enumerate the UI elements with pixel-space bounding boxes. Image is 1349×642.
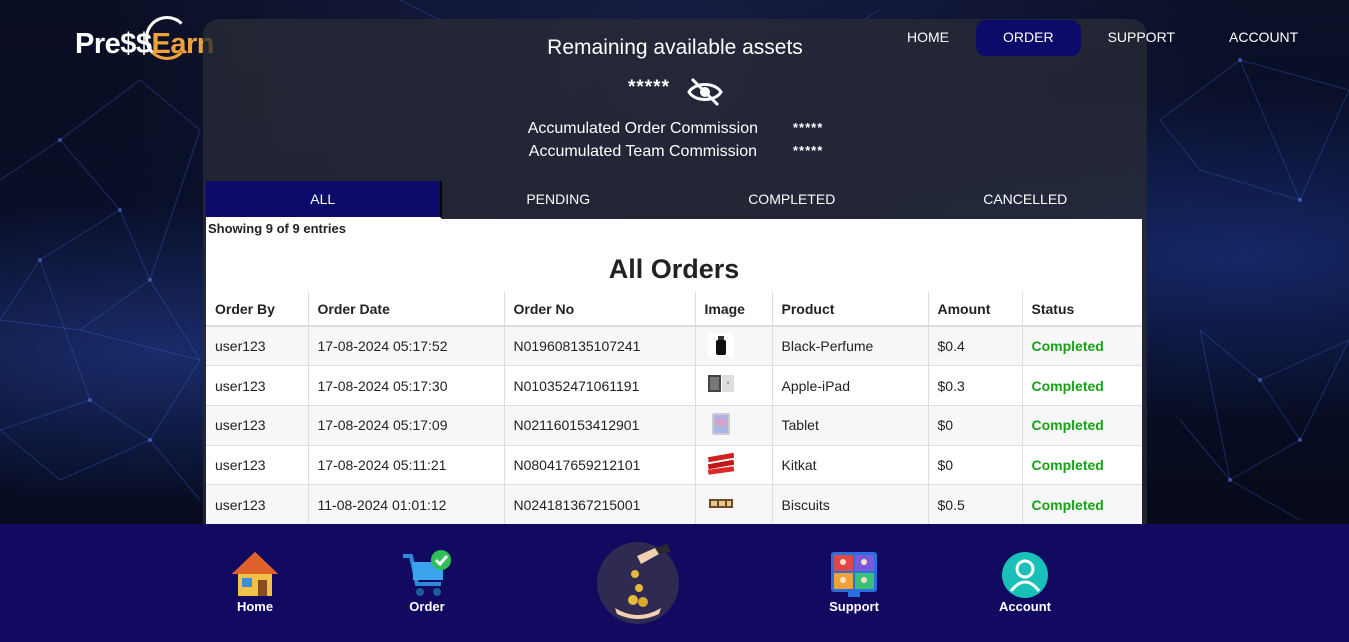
- cell-order-no: N021160153412901: [504, 404, 696, 446]
- order-status-tabs: ALL PENDING COMPLETED CANCELLED: [206, 181, 1142, 219]
- nav-order[interactable]: ORDER: [976, 20, 1081, 56]
- table-row[interactable]: user123 17-08-2024 05:17:52 N01960813510…: [206, 325, 1142, 366]
- assets-value: *****: [628, 77, 670, 98]
- eye-slash-icon[interactable]: [687, 77, 723, 107]
- order-commission-value: *****: [793, 120, 824, 135]
- house-icon: [232, 552, 278, 596]
- bottom-nav-home-label: Home: [236, 599, 274, 614]
- cell-product: Biscuits: [772, 484, 929, 524]
- col-amount: Amount: [928, 292, 1023, 327]
- cell-status: Completed: [1022, 325, 1142, 366]
- col-order-by: Order By: [206, 292, 309, 327]
- kitkat-thumb: [707, 453, 734, 476]
- biscuits-thumb: [708, 499, 733, 509]
- cell-order-no: N010352471061191: [504, 365, 696, 406]
- tablet-thumb: [711, 412, 730, 435]
- cell-status: Completed: [1022, 404, 1142, 446]
- cell-product: Apple-iPad: [772, 365, 929, 406]
- nav-home[interactable]: HOME: [880, 20, 976, 56]
- cell-order-by: user123: [206, 444, 309, 485]
- table-row[interactable]: user123 11-08-2024 01:01:12 N02418136721…: [206, 484, 1142, 524]
- col-product: Product: [772, 292, 929, 327]
- brand-logo[interactable]: Pre$$ Earn: [75, 16, 215, 61]
- cell-amount: $0.3: [928, 365, 1023, 406]
- col-order-date: Order Date: [308, 292, 505, 327]
- cell-image: [695, 444, 773, 485]
- cell-status: Completed: [1022, 444, 1142, 485]
- cell-order-date: 17-08-2024 05:17:09: [308, 404, 505, 446]
- col-order-no: Order No: [504, 292, 696, 327]
- user-icon: [1002, 552, 1048, 598]
- bottom-nav-support-label: Support: [829, 599, 879, 614]
- bottom-nav-bar: Home Order Support Account: [0, 524, 1349, 642]
- col-status: Status: [1022, 292, 1142, 327]
- cell-order-by: user123: [206, 325, 309, 366]
- cell-image: [695, 404, 773, 446]
- ipad-thumb: [707, 375, 734, 393]
- team-commission-label: Accumulated Team Commission: [528, 143, 757, 160]
- cell-status: Completed: [1022, 365, 1142, 406]
- entries-count: Showing 9 of 9 entries: [208, 221, 346, 236]
- col-image: Image: [695, 292, 773, 327]
- cell-image: [695, 484, 773, 524]
- table-header-row: Order By Order Date Order No Image Produ…: [206, 292, 1142, 327]
- cell-order-date: 17-08-2024 05:17:30: [308, 365, 505, 406]
- cell-order-date: 11-08-2024 01:01:12: [308, 484, 505, 524]
- order-commission-label: Accumulated Order Commission: [527, 120, 758, 137]
- bottom-nav-account-label: Account: [999, 599, 1051, 614]
- table-row[interactable]: user123 17-08-2024 05:17:09 N02116015341…: [206, 404, 1142, 446]
- tab-completed[interactable]: COMPLETED: [675, 181, 909, 219]
- table-row[interactable]: user123 17-08-2024 05:11:21 N08041765921…: [206, 444, 1142, 485]
- orders-content[interactable]: Showing 9 of 9 entries All Orders Order …: [206, 219, 1142, 524]
- cell-status: Completed: [1022, 484, 1142, 524]
- tab-pending[interactable]: PENDING: [442, 181, 676, 219]
- cell-image: [695, 325, 773, 366]
- cell-product: Black-Perfume: [772, 325, 929, 366]
- team-commission-value: *****: [793, 143, 824, 158]
- cell-order-by: user123: [206, 484, 309, 524]
- cell-order-no: N019608135107241: [504, 325, 696, 366]
- cell-product: Kitkat: [772, 444, 929, 485]
- cell-amount: $0: [928, 404, 1023, 446]
- orders-table: Order By Order Date Order No Image Produ…: [206, 292, 1142, 524]
- cell-amount: $0.5: [928, 484, 1023, 524]
- cell-amount: $0: [928, 444, 1023, 485]
- perfume-thumb: [707, 332, 734, 357]
- table-row[interactable]: user123 17-08-2024 05:17:30 N01035247106…: [206, 365, 1142, 406]
- cell-order-date: 17-08-2024 05:11:21: [308, 444, 505, 485]
- support-icon: [831, 552, 877, 597]
- bottom-nav-order-label: Order: [409, 599, 445, 614]
- bottom-nav-center[interactable]: [597, 542, 679, 624]
- cell-order-no: N024181367215001: [504, 484, 696, 524]
- coins-hand-icon: [615, 544, 671, 619]
- nav-account[interactable]: ACCOUNT: [1202, 20, 1325, 56]
- cell-order-by: user123: [206, 404, 309, 446]
- cell-image: [695, 365, 773, 406]
- logo-ring-icon: [145, 16, 189, 60]
- tab-cancelled[interactable]: CANCELLED: [909, 181, 1143, 219]
- cart-icon: [403, 550, 451, 596]
- cell-order-no: N080417659212101: [504, 444, 696, 485]
- top-nav: HOME ORDER SUPPORT ACCOUNT: [880, 20, 1325, 56]
- cell-product: Tablet: [772, 404, 929, 446]
- cell-amount: $0.4: [928, 325, 1023, 366]
- orders-title: All Orders: [608, 254, 740, 284]
- nav-support[interactable]: SUPPORT: [1081, 20, 1202, 56]
- logo-text-press: Pre$$: [75, 28, 152, 60]
- cell-order-by: user123: [206, 365, 309, 406]
- cell-order-date: 17-08-2024 05:17:52: [308, 325, 505, 366]
- tab-all[interactable]: ALL: [206, 181, 442, 219]
